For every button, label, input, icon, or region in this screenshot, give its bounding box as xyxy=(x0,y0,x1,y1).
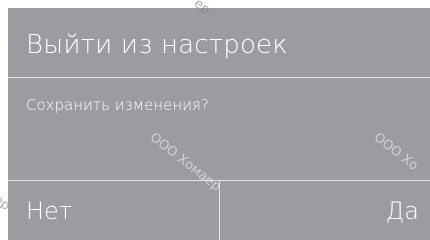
title-divider xyxy=(8,77,430,78)
yes-button[interactable]: Да xyxy=(220,181,430,240)
no-button[interactable]: Нет xyxy=(8,181,219,240)
no-button-label: Нет xyxy=(26,196,72,225)
yes-button-label: Да xyxy=(385,196,419,225)
dialog-message: Сохранить изменения? xyxy=(26,96,209,114)
dialog-title: Выйти из настроек xyxy=(26,30,288,60)
watermark-partial: ООО Хо xyxy=(370,130,421,174)
exit-settings-dialog: Выйти из настроек Сохранить изменения? Н… xyxy=(8,8,430,240)
